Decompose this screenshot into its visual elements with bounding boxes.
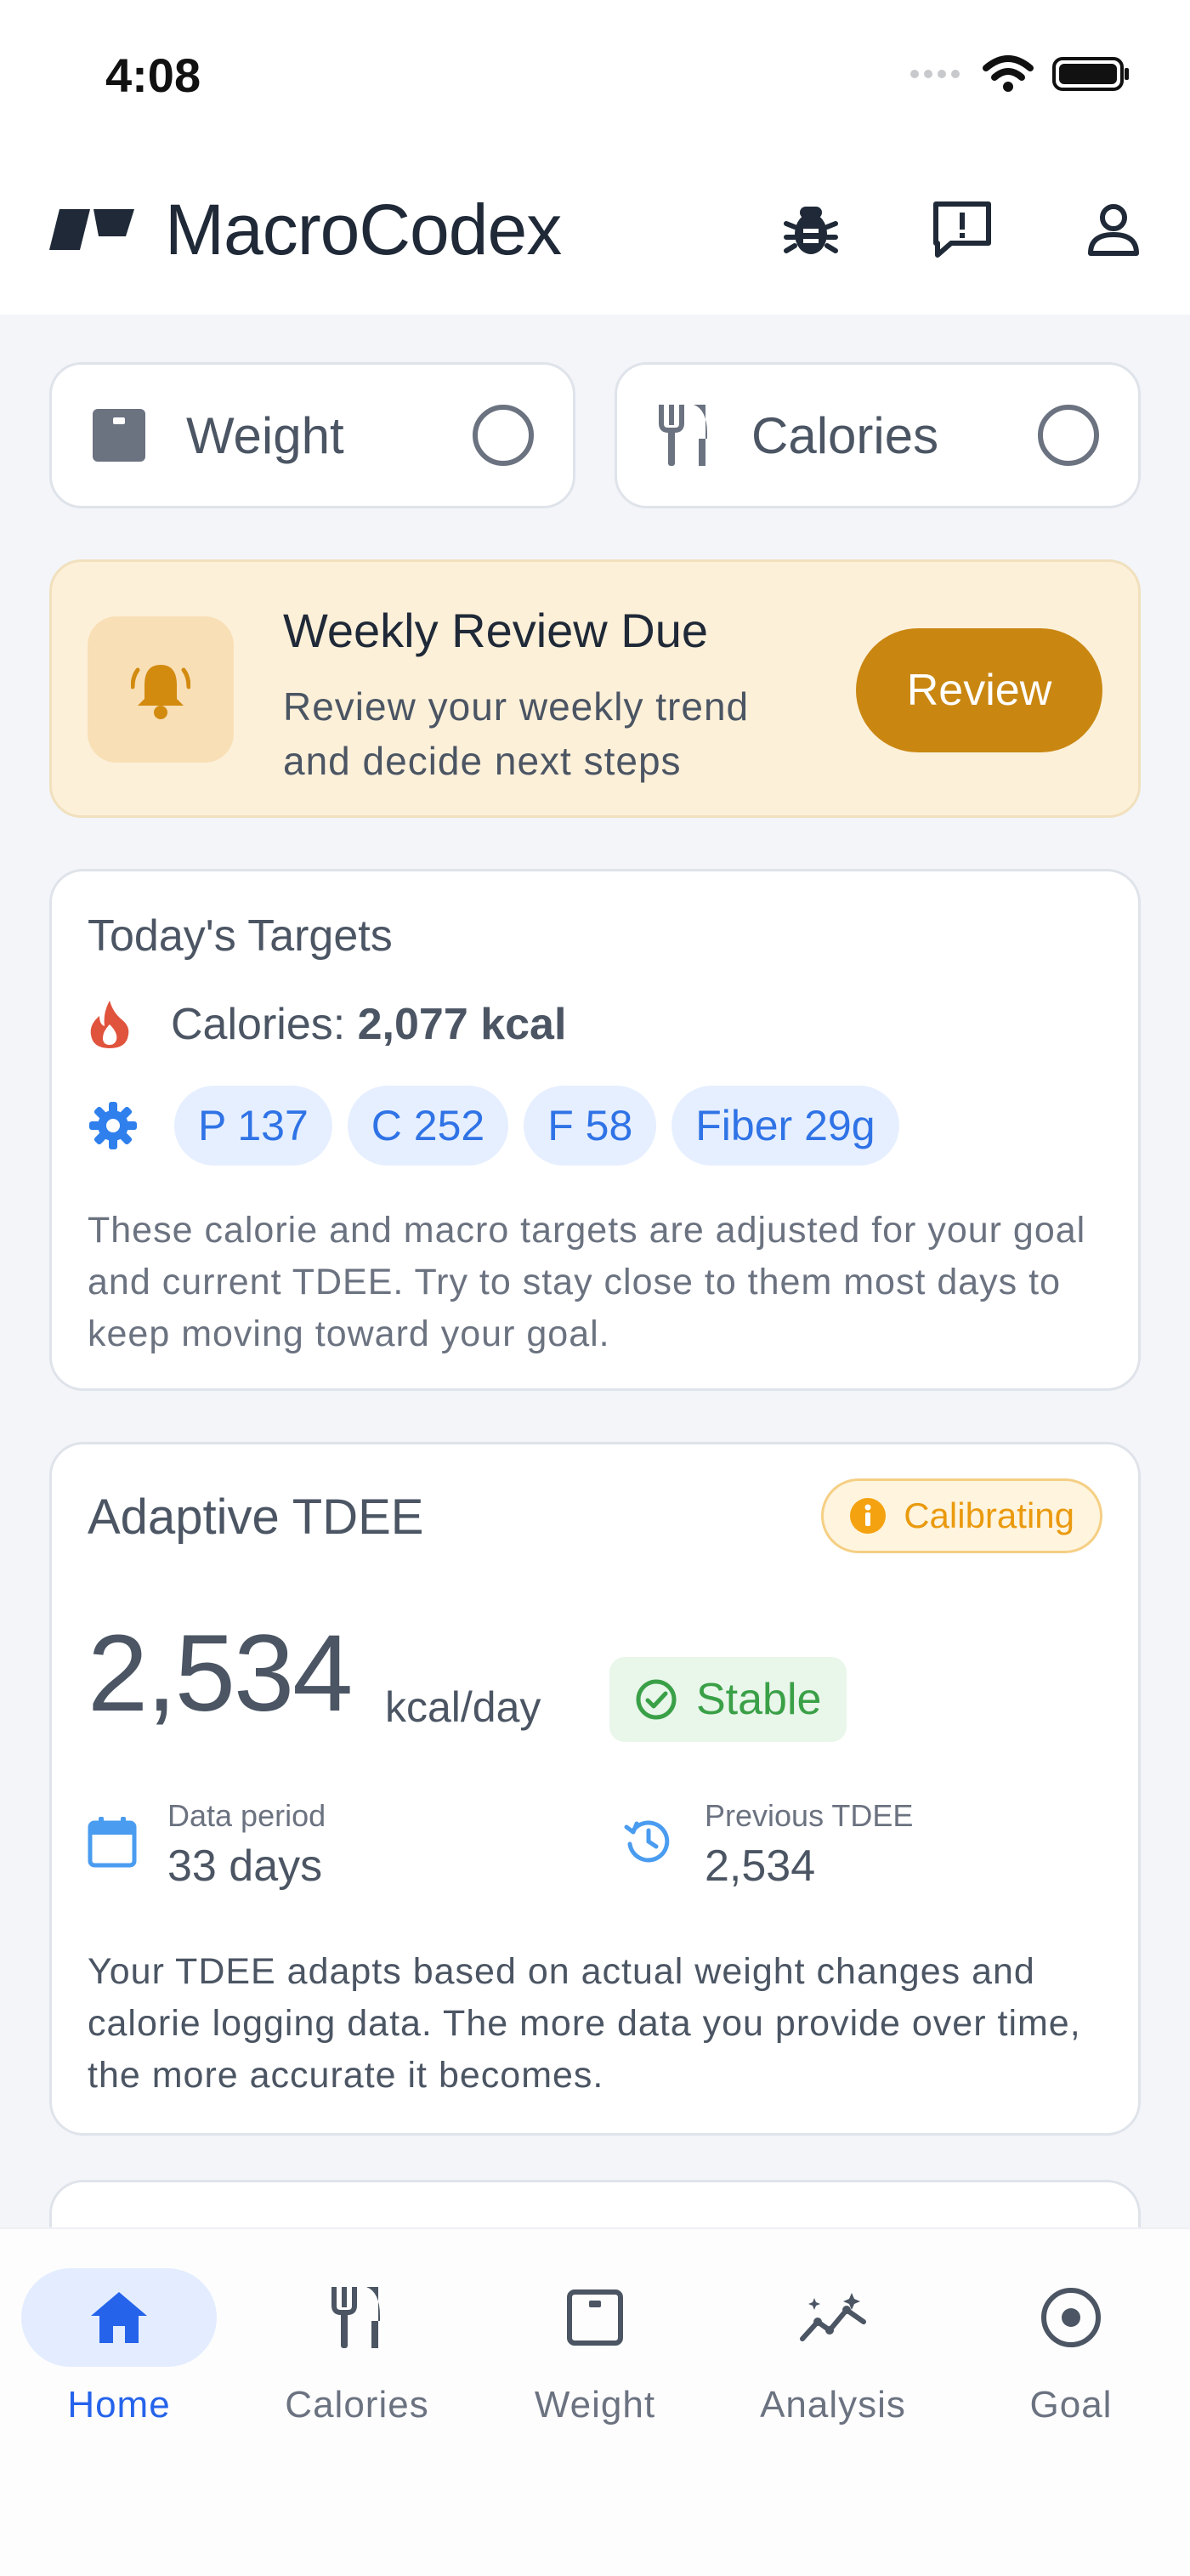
quick-log-calories-label: Calories — [751, 406, 939, 464]
data-period-text: Data period 33 days — [167, 1798, 326, 1892]
feedback-icon — [933, 201, 991, 258]
home-icon — [91, 2292, 147, 2343]
calories-logged-indicator — [1038, 405, 1099, 466]
bell-icon — [131, 665, 190, 719]
status-bar: 4:08 — [0, 0, 1190, 153]
signal-icon — [910, 70, 960, 78]
target-icon — [1041, 2288, 1101, 2347]
review-button[interactable]: Review — [856, 628, 1102, 752]
bottom-nav: Home Calories Weight Analysis Goal — [0, 2227, 1190, 2576]
bug-report-button[interactable] — [777, 196, 845, 264]
bug-icon — [784, 207, 838, 254]
scale-icon — [93, 409, 145, 462]
previous-tdee-label: Previous TDEE — [705, 1798, 914, 1833]
previous-tdee-stat: Previous TDEE 2,534 — [623, 1798, 913, 1892]
utensils-icon — [332, 2287, 380, 2348]
nav-home-icon-wrap — [21, 2268, 217, 2367]
nav-home-label: Home — [67, 2384, 171, 2426]
nav-calories-label: Calories — [285, 2384, 429, 2426]
alert-title: Weekly Review Due — [283, 604, 709, 657]
quick-log-weight-label: Weight — [186, 406, 344, 464]
history-icon — [624, 1820, 670, 1863]
calibrating-label: Calibrating — [904, 1495, 1074, 1535]
calories-target-label: Calories: — [171, 1000, 358, 1049]
main-content: Weight Calories Weekly Review Due Review… — [49, 362, 1141, 2136]
macro-chips-row: P 137 C 252 F 58 Fiber 29g — [88, 1086, 899, 1166]
previous-tdee-text: Previous TDEE 2,534 — [705, 1798, 913, 1892]
quick-log-weight[interactable]: Weight — [49, 362, 575, 508]
calories-target-row: Calories: 2,077 kcal — [88, 999, 566, 1050]
nav-weight-label: Weight — [534, 2384, 656, 2426]
carbs-chip: C 252 — [347, 1086, 509, 1166]
tdee-description: Your TDEE adapts based on actual weight … — [88, 1951, 1081, 2096]
user-icon — [1088, 204, 1139, 256]
header-actions — [777, 196, 1148, 264]
tdee-title: Adaptive TDEE — [88, 1489, 424, 1545]
gear-icon[interactable] — [88, 1100, 139, 1151]
todays-targets-card: Today's Targets Calories: 2,077 kcal P 1… — [49, 869, 1141, 1391]
nav-analysis-label: Analysis — [760, 2384, 906, 2426]
adaptive-tdee-card: Adaptive TDEE Calibrating 2,534 kcal/day… — [49, 1442, 1141, 2136]
calibrating-badge[interactable]: Calibrating — [821, 1478, 1102, 1553]
calendar-icon — [88, 1817, 137, 1868]
macro-chips: P 137 C 252 F 58 Fiber 29g — [174, 1086, 899, 1166]
calories-target-text: Calories: 2,077 kcal — [171, 999, 566, 1050]
targets-title: Today's Targets — [88, 911, 393, 961]
weight-logged-indicator — [473, 405, 534, 466]
flame-icon — [90, 1001, 129, 1048]
targets-description: These calorie and macro targets are adju… — [88, 1210, 1086, 1354]
nav-goal[interactable]: Goal — [952, 2268, 1190, 2426]
status-icons — [910, 54, 1130, 94]
quick-log-calories[interactable]: Calories — [615, 362, 1141, 508]
status-time: 4:08 — [105, 48, 201, 102]
nav-analysis-icon-wrap — [735, 2268, 931, 2367]
tdee-value: 2,534 — [88, 1613, 353, 1734]
fiber-chip: Fiber 29g — [672, 1086, 899, 1166]
stable-badge: Stable — [609, 1657, 847, 1742]
wifi-icon — [983, 55, 1034, 92]
nav-home[interactable]: Home — [0, 2268, 238, 2426]
quick-log-row: Weight Calories — [49, 362, 1141, 508]
nav-goal-label: Goal — [1029, 2384, 1113, 2426]
alert-icon-box — [88, 616, 234, 763]
protein-chip: P 137 — [174, 1086, 332, 1166]
calories-target-value: 2,077 kcal — [357, 1000, 567, 1049]
stable-label: Stable — [696, 1675, 822, 1724]
data-period-stat: Data period 33 days — [88, 1798, 326, 1892]
previous-tdee-value: 2,534 — [705, 1841, 816, 1891]
profile-button[interactable] — [1080, 196, 1148, 264]
weekly-review-alert: Weekly Review Due Review your weekly tre… — [49, 559, 1141, 818]
fat-chip: F 58 — [524, 1086, 657, 1166]
nav-goal-icon-wrap — [973, 2268, 1169, 2367]
feedback-button[interactable] — [928, 196, 996, 264]
nav-calories-icon-wrap — [259, 2268, 455, 2367]
tdee-unit: kcal/day — [385, 1683, 541, 1731]
alert-text: Review your weekly trend and decide next… — [283, 684, 750, 783]
info-icon — [850, 1498, 887, 1534]
nav-weight-icon-wrap — [497, 2268, 693, 2367]
data-period-label: Data period — [167, 1798, 326, 1833]
nav-calories[interactable]: Calories — [238, 2268, 476, 2426]
nav-analysis[interactable]: Analysis — [714, 2268, 952, 2426]
battery-icon — [1052, 57, 1129, 91]
app-header: MacroCodex — [0, 153, 1190, 315]
check-circle-icon — [636, 1679, 677, 1720]
logo-icon — [49, 209, 134, 250]
scale-icon — [567, 2289, 623, 2346]
data-period-value: 33 days — [167, 1841, 323, 1891]
analytics-icon — [800, 2293, 866, 2341]
app-title: MacroCodex — [165, 190, 562, 270]
nav-weight[interactable]: Weight — [476, 2268, 714, 2426]
utensils-icon — [659, 405, 707, 466]
